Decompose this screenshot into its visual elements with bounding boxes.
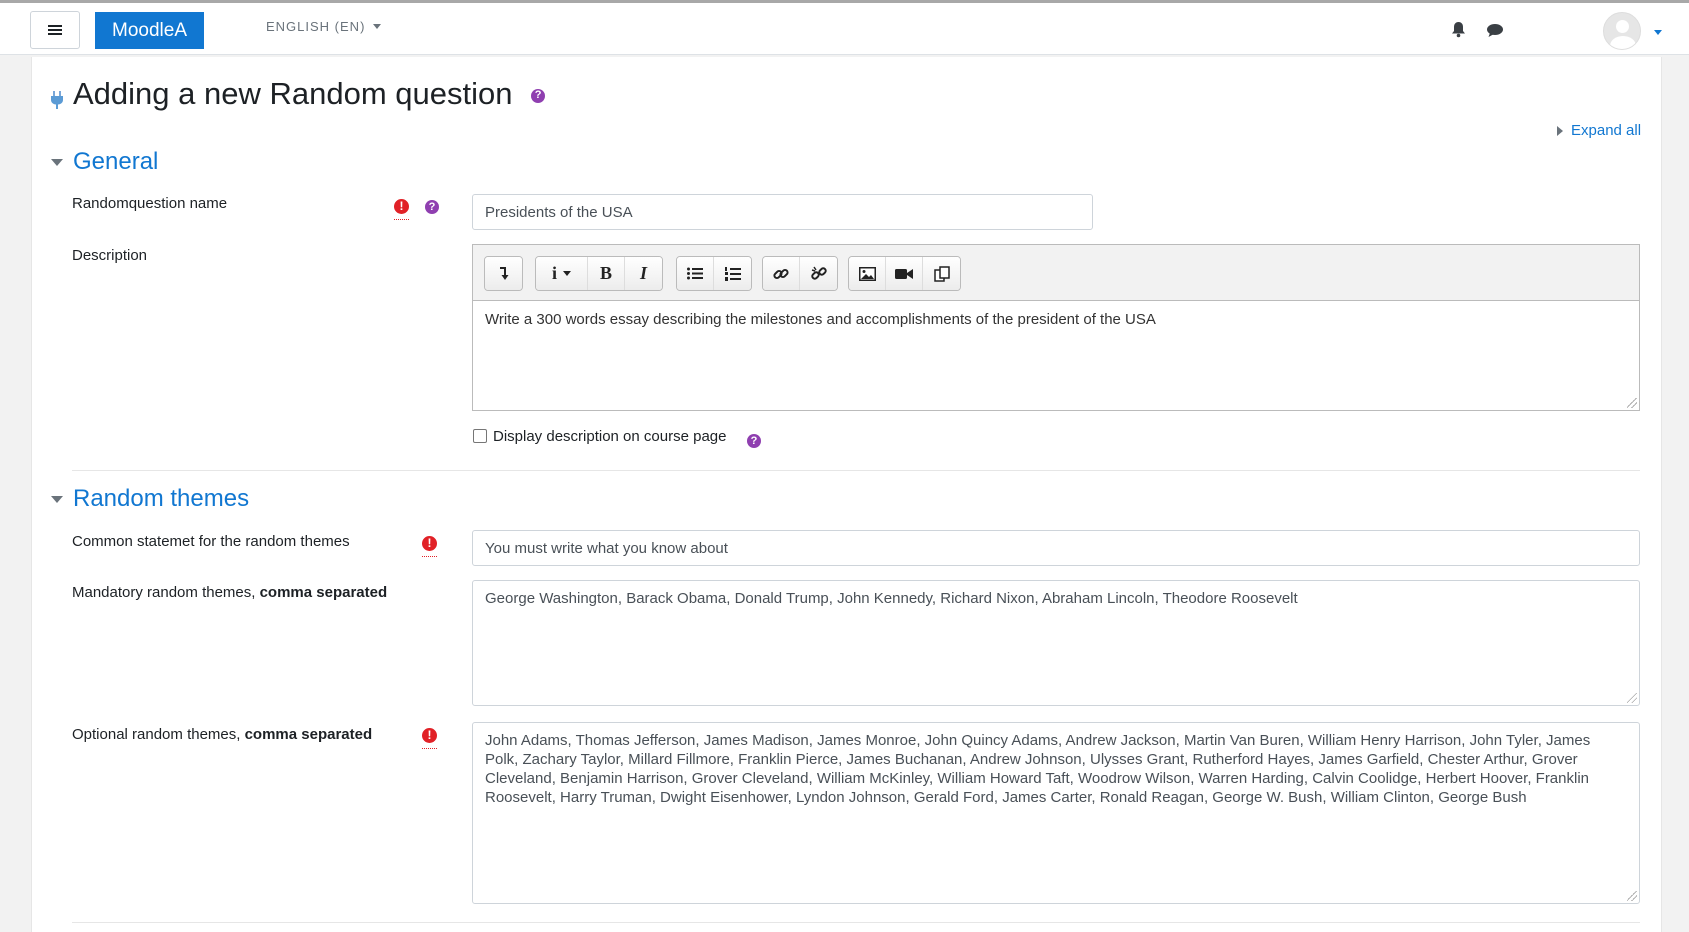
collapse-triangle-icon xyxy=(51,495,63,503)
description-label: Description xyxy=(72,247,148,264)
navbar: MoodleA ENGLISH (EN) xyxy=(0,3,1689,55)
randomquestion-name-label: Randomquestion name xyxy=(72,195,228,212)
toolbar-group-style: i B I xyxy=(535,256,663,291)
description-editor-content[interactable]: Write a 300 words essay describing the m… xyxy=(473,301,1639,410)
hamburger-icon xyxy=(48,24,62,36)
video-icon[interactable] xyxy=(886,257,923,290)
user-menu-caret-icon[interactable] xyxy=(1654,30,1662,35)
mandatory-themes-text: George Washington, Barack Obama, Donald … xyxy=(485,590,1298,607)
common-statement-input[interactable] xyxy=(472,530,1640,566)
resize-handle[interactable] xyxy=(1627,398,1637,408)
resize-handle[interactable] xyxy=(1627,891,1637,901)
mandatory-themes-label: Mandatory random themes, comma separated xyxy=(72,584,388,601)
link-icon[interactable] xyxy=(763,257,800,290)
display-description-label[interactable]: Display description on course page xyxy=(493,428,726,445)
collapse-icon[interactable] xyxy=(485,257,522,290)
help-icon[interactable]: ? xyxy=(747,434,761,448)
expand-triangle-icon xyxy=(1557,125,1563,136)
page-title: Adding a new Random question ? xyxy=(73,76,546,112)
randomquestion-name-input[interactable] xyxy=(472,194,1093,230)
description-editor: i B I Write a 300 words essay describing… xyxy=(472,244,1640,411)
language-label: ENGLISH (EN) xyxy=(266,19,366,34)
image-icon[interactable] xyxy=(849,257,886,290)
optional-themes-textarea[interactable]: John Adams, Thomas Jefferson, James Madi… xyxy=(472,722,1640,904)
bold-icon[interactable]: B xyxy=(588,257,625,290)
expand-all-label: Expand all xyxy=(1571,122,1642,139)
section-random-themes-title: Random themes xyxy=(73,485,250,512)
bullet-list-icon[interactable] xyxy=(677,257,714,290)
editor-toolbar: i B I xyxy=(473,245,1639,301)
italic-icon[interactable]: I xyxy=(625,257,662,290)
toolbar-group-media xyxy=(848,256,961,291)
numbered-list-icon[interactable] xyxy=(714,257,751,290)
language-menu[interactable]: ENGLISH (EN) xyxy=(266,19,382,34)
plugin-plug-icon xyxy=(51,91,63,109)
required-marker: ! xyxy=(422,534,437,557)
caret-down-icon xyxy=(373,24,382,29)
collapse-triangle-icon xyxy=(51,158,63,166)
mandatory-themes-textarea[interactable]: George Washington, Barack Obama, Donald … xyxy=(472,580,1640,706)
required-marker: ! xyxy=(422,726,437,749)
required-icon: ! xyxy=(422,727,437,743)
description-text: Write a 300 words essay describing the m… xyxy=(485,311,1156,328)
info-style-icon[interactable]: i xyxy=(536,257,588,290)
common-statement-label: Common statemet for the random themes xyxy=(72,533,350,550)
section-random-themes-header[interactable]: Random themes xyxy=(51,485,249,513)
required-marker: ! xyxy=(394,197,409,220)
bell-icon[interactable] xyxy=(1451,21,1466,38)
unlink-icon[interactable] xyxy=(800,257,837,290)
section-general-header[interactable]: General xyxy=(51,148,158,176)
help-icon[interactable]: ? xyxy=(531,88,546,103)
optional-themes-label: Optional random themes, comma separated xyxy=(72,726,373,743)
section-divider xyxy=(72,922,1640,923)
resize-handle[interactable] xyxy=(1627,693,1637,703)
toolbar-group-links xyxy=(762,256,838,291)
help-icon[interactable]: ? xyxy=(425,200,439,214)
drawer-toggle-button[interactable] xyxy=(30,11,80,49)
user-avatar[interactable] xyxy=(1603,12,1641,50)
optional-themes-text: John Adams, Thomas Jefferson, James Madi… xyxy=(485,732,1591,806)
section-general-title: General xyxy=(73,148,159,175)
required-icon: ! xyxy=(422,535,437,551)
display-description-checkbox[interactable] xyxy=(473,429,487,443)
toolbar-group-collapse xyxy=(484,256,523,291)
toolbar-group-lists xyxy=(676,256,752,291)
required-icon: ! xyxy=(394,198,409,214)
site-brand[interactable]: MoodleA xyxy=(95,12,204,49)
chat-bubble-icon[interactable] xyxy=(1486,23,1504,38)
expand-all-link[interactable]: Expand all xyxy=(1557,122,1641,139)
section-divider xyxy=(72,470,1640,471)
manage-files-icon[interactable] xyxy=(923,257,960,290)
